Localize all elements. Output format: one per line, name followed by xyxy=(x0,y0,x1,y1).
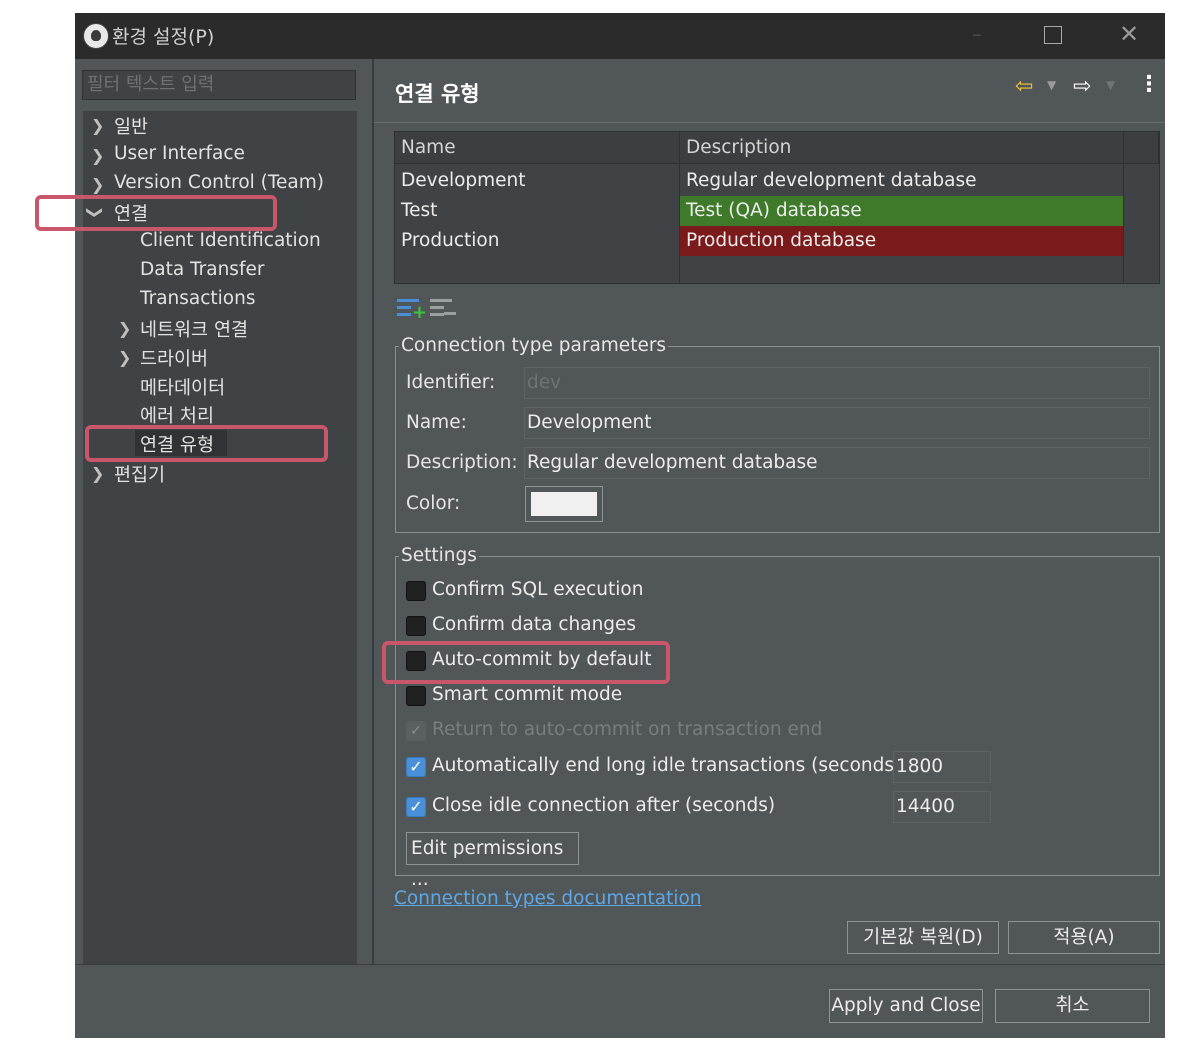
return-auto-commit-checkbox: ✓ xyxy=(406,721,426,741)
settings-group xyxy=(395,556,1160,876)
tree-item-transactions[interactable]: Transactions xyxy=(140,288,255,309)
page-title: 연결 유형 xyxy=(395,82,480,106)
name-label: Name: xyxy=(406,412,467,433)
table-row-name[interactable]: Production xyxy=(395,226,680,256)
apply-button[interactable]: 적용(A) xyxy=(1008,921,1160,954)
header-separator xyxy=(374,122,1165,123)
tree-item-user-interface[interactable]: User Interface xyxy=(114,143,245,164)
minimize-icon[interactable]: – xyxy=(957,22,997,46)
confirm-data-label[interactable]: Confirm data changes xyxy=(432,614,636,635)
forward-arrow-icon[interactable]: ⇨ xyxy=(1073,74,1091,99)
tree-item-network[interactable]: 네트워크 연결 xyxy=(140,316,248,342)
tree-item-metadata[interactable]: 메타데이터 xyxy=(140,374,225,400)
more-vert-icon[interactable]: ⋮ xyxy=(1138,72,1160,97)
cancel-button[interactable]: 취소 xyxy=(995,989,1150,1023)
table-row-name[interactable]: Test xyxy=(395,196,680,226)
back-arrow-icon[interactable]: ⇦ xyxy=(1015,74,1033,99)
chevron-right-icon[interactable]: ❯ xyxy=(91,146,104,165)
maximize-icon[interactable] xyxy=(1044,26,1062,44)
add-type-icon[interactable]: + xyxy=(397,297,427,322)
tree-item-drivers[interactable]: 드라이버 xyxy=(140,345,208,371)
close-idle-input[interactable]: 14400 xyxy=(893,791,991,823)
smart-commit-checkbox[interactable] xyxy=(406,686,426,706)
highlight-annotation xyxy=(382,641,670,684)
table-row-description[interactable]: Regular development database xyxy=(680,166,1123,196)
title-bar xyxy=(75,13,1165,59)
column-divider xyxy=(1123,164,1124,284)
auto-end-idle-checkbox[interactable]: ✓ xyxy=(406,757,426,777)
edit-permissions-button[interactable]: Edit permissions ... xyxy=(406,832,579,890)
chevron-right-icon[interactable]: ❯ xyxy=(118,348,131,367)
preference-tree: ❯ 일반 ❯ User Interface ❯ Version Control … xyxy=(83,111,357,964)
description-field[interactable]: Regular development database xyxy=(524,447,1150,479)
close-idle-label[interactable]: Close idle connection after (seconds) xyxy=(432,795,775,816)
identifier-field: dev xyxy=(524,367,1150,399)
tree-item-data-transfer[interactable]: Data Transfer xyxy=(140,259,264,280)
chevron-right-icon[interactable]: ❯ xyxy=(118,319,131,338)
params-group-label: Connection type parameters xyxy=(399,335,669,356)
pane-divider[interactable] xyxy=(372,59,374,964)
auto-end-idle-label[interactable]: Automatically end long idle transactions… xyxy=(432,755,901,776)
chevron-right-icon[interactable]: ❯ xyxy=(91,116,104,135)
column-header-filler xyxy=(1124,132,1159,164)
dbeaver-beaver-icon xyxy=(83,23,109,49)
return-auto-commit-label: Return to auto-commit on transaction end xyxy=(432,719,823,740)
forward-dropdown-icon[interactable]: ▼ xyxy=(1106,78,1115,92)
identifier-label: Identifier: xyxy=(406,372,496,393)
column-header-name[interactable]: Name xyxy=(395,132,680,164)
filter-input[interactable]: 필터 텍스트 입력 xyxy=(82,70,356,100)
confirm-data-checkbox[interactable] xyxy=(406,616,426,636)
column-header-description[interactable]: Description xyxy=(680,132,1124,164)
color-label: Color: xyxy=(406,493,461,514)
color-picker-button[interactable] xyxy=(525,486,603,522)
connection-types-doc-link[interactable]: Connection types documentation xyxy=(394,888,702,909)
connection-types-table: Name Description Development Regular dev… xyxy=(394,131,1160,284)
tree-item-client-identification[interactable]: Client Identification xyxy=(140,230,321,251)
confirm-sql-label[interactable]: Confirm SQL execution xyxy=(432,579,643,600)
tree-item-editors[interactable]: 편집기 xyxy=(114,461,165,487)
restore-defaults-button[interactable]: 기본값 복원(D) xyxy=(847,921,999,954)
tree-item-version-control[interactable]: Version Control (Team) xyxy=(114,172,324,193)
table-row-name[interactable]: Development xyxy=(395,166,680,196)
table-row-description[interactable]: Production database xyxy=(680,226,1123,256)
close-idle-checkbox[interactable]: ✓ xyxy=(406,797,426,817)
smart-commit-label[interactable]: Smart commit mode xyxy=(432,684,622,705)
settings-group-label: Settings xyxy=(399,545,479,566)
auto-end-idle-input[interactable]: 1800 xyxy=(893,751,991,783)
name-field[interactable]: Development xyxy=(524,407,1150,439)
window-title: 환경 설정(P) xyxy=(112,26,215,48)
apply-and-close-button[interactable]: Apply and Close xyxy=(829,989,983,1023)
color-swatch xyxy=(531,492,597,516)
remove-type-icon[interactable] xyxy=(430,297,456,321)
chevron-right-icon[interactable]: ❯ xyxy=(91,464,104,483)
back-dropdown-icon[interactable]: ▼ xyxy=(1047,78,1056,92)
highlight-annotation xyxy=(35,195,277,231)
chevron-right-icon[interactable]: ❯ xyxy=(91,175,104,194)
description-label: Description: xyxy=(406,452,518,473)
confirm-sql-checkbox[interactable] xyxy=(406,581,426,601)
table-row-description[interactable]: Test (QA) database xyxy=(680,196,1123,226)
highlight-annotation xyxy=(85,425,328,462)
tree-item-general[interactable]: 일반 xyxy=(114,113,148,139)
close-icon[interactable]: ✕ xyxy=(1109,20,1149,48)
